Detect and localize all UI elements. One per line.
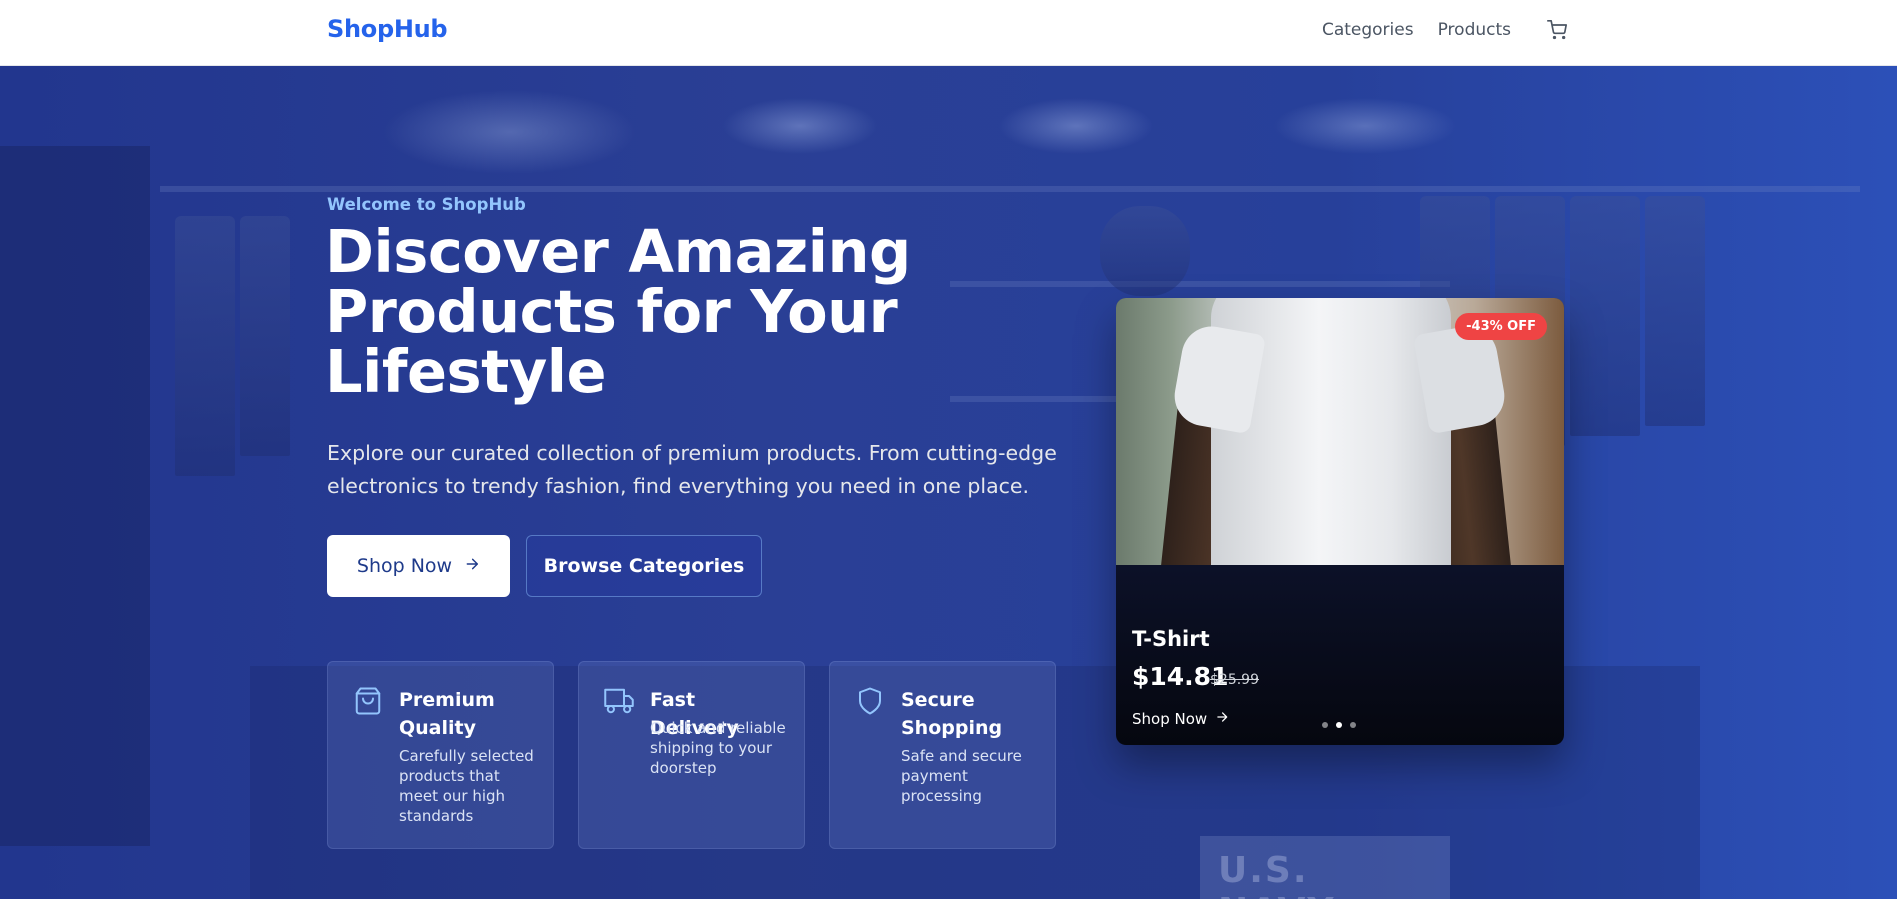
shop-now-button[interactable]: Shop Now xyxy=(327,535,510,597)
feature-card-premium-quality: Premium Quality Carefully selected produ… xyxy=(327,661,554,849)
hero-headline: Discover Amazing Products for Your Lifes… xyxy=(325,217,911,406)
nav-link-categories[interactable]: Categories xyxy=(1322,20,1414,40)
featured-product-card[interactable]: -43% OFF T-Shirt $14.81 $25.99 Shop Now xyxy=(1116,298,1564,745)
nav-link-products[interactable]: Products xyxy=(1438,20,1511,40)
top-navbar: ShopHub Categories Products xyxy=(0,0,1897,66)
background-clothing xyxy=(1570,196,1640,436)
product-shop-now-label: Shop Now xyxy=(1132,710,1208,728)
discount-badge: -43% OFF xyxy=(1455,313,1547,340)
background-shelf xyxy=(950,281,1450,287)
product-image[interactable]: -43% OFF xyxy=(1116,298,1564,565)
background-bag xyxy=(1100,206,1190,296)
arrow-right-icon xyxy=(464,555,480,577)
background-clothing xyxy=(175,216,235,476)
hero-subtext: Explore our curated collection of premiu… xyxy=(327,441,1057,498)
feature-title: Secure Shopping xyxy=(901,689,1003,739)
background-shelf xyxy=(160,186,1860,192)
feature-title: Premium Quality xyxy=(399,689,495,739)
browse-categories-button[interactable]: Browse Categories xyxy=(526,535,762,597)
background-rack xyxy=(0,146,150,846)
background-clothing xyxy=(1645,196,1705,426)
welcome-label: Welcome to ShopHub xyxy=(327,195,526,214)
nav-links: Categories Products xyxy=(1322,18,1569,42)
feature-description: Quick and reliable shipping to your door… xyxy=(650,719,786,777)
shop-now-label: Shop Now xyxy=(356,555,453,577)
carousel-dot[interactable] xyxy=(1322,722,1328,728)
carousel-dots xyxy=(1322,722,1356,728)
shopping-bag-icon xyxy=(353,686,383,716)
feature-card-fast-delivery: Fast Delivery Quick and reliable shippin… xyxy=(578,661,805,849)
background-navy-sign: U.S. NAVY xyxy=(1200,836,1450,899)
arrow-right-icon xyxy=(1215,710,1229,728)
product-title: T-Shirt xyxy=(1132,627,1210,651)
carousel-dot[interactable] xyxy=(1350,722,1356,728)
product-shop-now-link[interactable]: Shop Now xyxy=(1132,710,1229,728)
product-image-sleeve xyxy=(1169,321,1267,435)
product-original-price: $25.99 xyxy=(1210,672,1259,688)
feature-card-secure-shopping: Secure Shopping Safe and secure payment … xyxy=(829,661,1056,849)
feature-description: Carefully selected products that meet ou… xyxy=(399,747,534,825)
background-clothing xyxy=(240,216,290,456)
shield-icon xyxy=(855,686,885,716)
truck-icon xyxy=(604,686,634,716)
cart-icon[interactable] xyxy=(1545,18,1569,42)
feature-description: Safe and secure payment processing xyxy=(901,747,1022,805)
carousel-dot-active[interactable] xyxy=(1336,722,1342,728)
brand-logo[interactable]: ShopHub xyxy=(327,15,448,43)
